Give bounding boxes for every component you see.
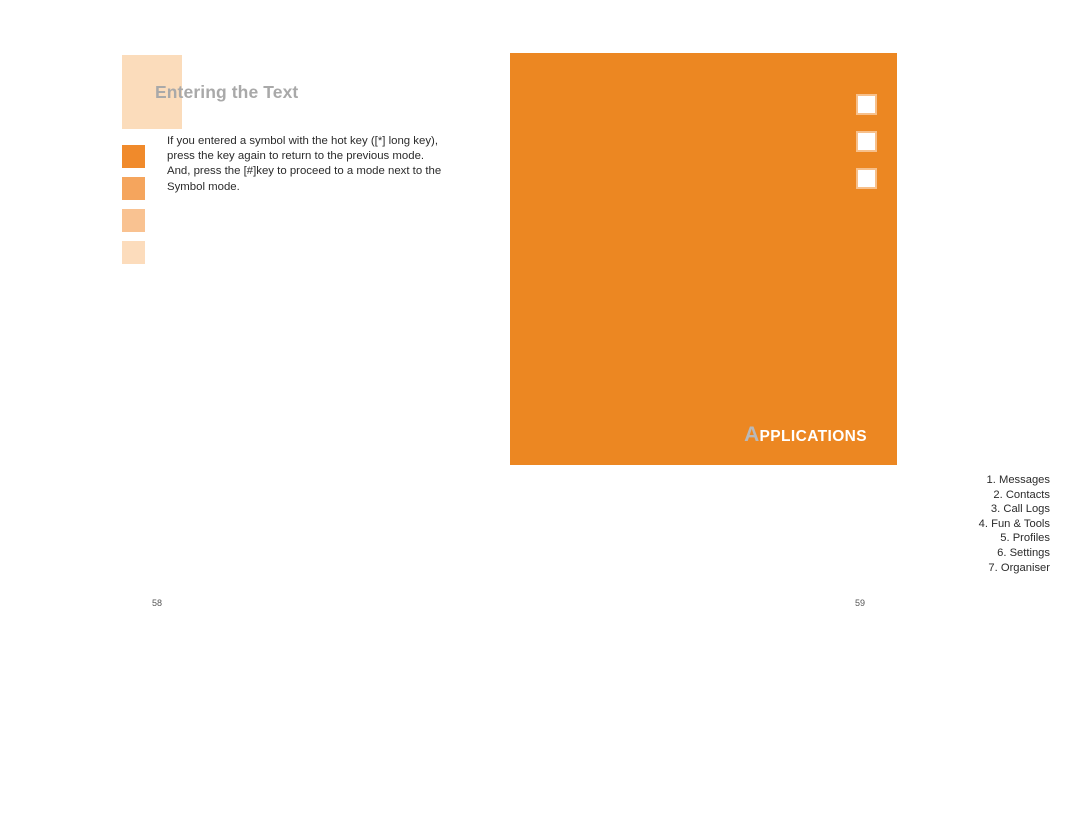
list-item: 2. Contacts [540, 488, 1050, 503]
manual-page-spread: Entering the Text If you entered a symbo… [0, 0, 1080, 834]
toc-number: 3. [990, 503, 1001, 516]
sidebar-swatch-3 [122, 209, 145, 232]
body-line-4: Symbol mode. [167, 180, 240, 193]
toc-label: Fun & Tools [991, 517, 1050, 530]
right-page: APPLICATIONS 1. Messages 2. Contacts 3. … [510, 0, 1080, 834]
sidebar-swatch-1 [122, 145, 145, 168]
list-item: 6. Settings [540, 546, 1050, 561]
page-title: Entering the Text [155, 82, 299, 102]
list-item: 7. Organiser [540, 561, 1050, 576]
body-line-2: press the key again to return to the pre… [167, 150, 425, 163]
page-number-right: 59 [855, 598, 866, 608]
list-item: 1. Messages [540, 473, 1050, 488]
body-line-3: And, press the [#]key to proceed to a mo… [167, 165, 442, 178]
section-title-initial: A [744, 423, 760, 446]
toc-number: 1. [986, 474, 996, 486]
toc-label: Call Logs [1003, 503, 1050, 516]
section-contents-list: 1. Messages 2. Contacts 3. Call Logs 4. … [540, 473, 1050, 575]
toc-number: 4. [978, 517, 989, 530]
toc-number: 7. [988, 561, 998, 574]
toc-label: Settings [1009, 546, 1050, 559]
toc-label: Organiser [1000, 561, 1050, 574]
body-line-1: If you entered a symbol with the hot key… [167, 135, 438, 147]
sidebar-swatch-2 [122, 177, 145, 200]
marker-square-2-icon [858, 133, 875, 150]
toc-label: Profiles [1012, 532, 1050, 545]
list-item: 5. Profiles [540, 531, 1050, 546]
toc-number: 6. [997, 546, 1007, 559]
left-page: Entering the Text If you entered a symbo… [0, 0, 540, 834]
section-title: APPLICATIONS [510, 423, 867, 447]
section-cover-panel: APPLICATIONS [510, 53, 897, 465]
toc-label: Messages [999, 474, 1050, 486]
toc-number: 5. [1000, 532, 1010, 545]
toc-number: 2. [993, 488, 1003, 501]
marker-square-3-icon [858, 170, 875, 187]
list-item: 3. Call Logs [540, 502, 1050, 517]
section-title-rest: PPLICATIONS [759, 428, 867, 445]
marker-square-1-icon [858, 96, 875, 113]
page-number-left: 58 [152, 598, 163, 608]
sidebar-swatch-4 [122, 241, 145, 264]
toc-label: Contacts [1005, 488, 1050, 501]
list-item: 4. Fun & Tools [540, 517, 1050, 532]
body-paragraph: If you entered a symbol with the hot key… [167, 134, 477, 195]
